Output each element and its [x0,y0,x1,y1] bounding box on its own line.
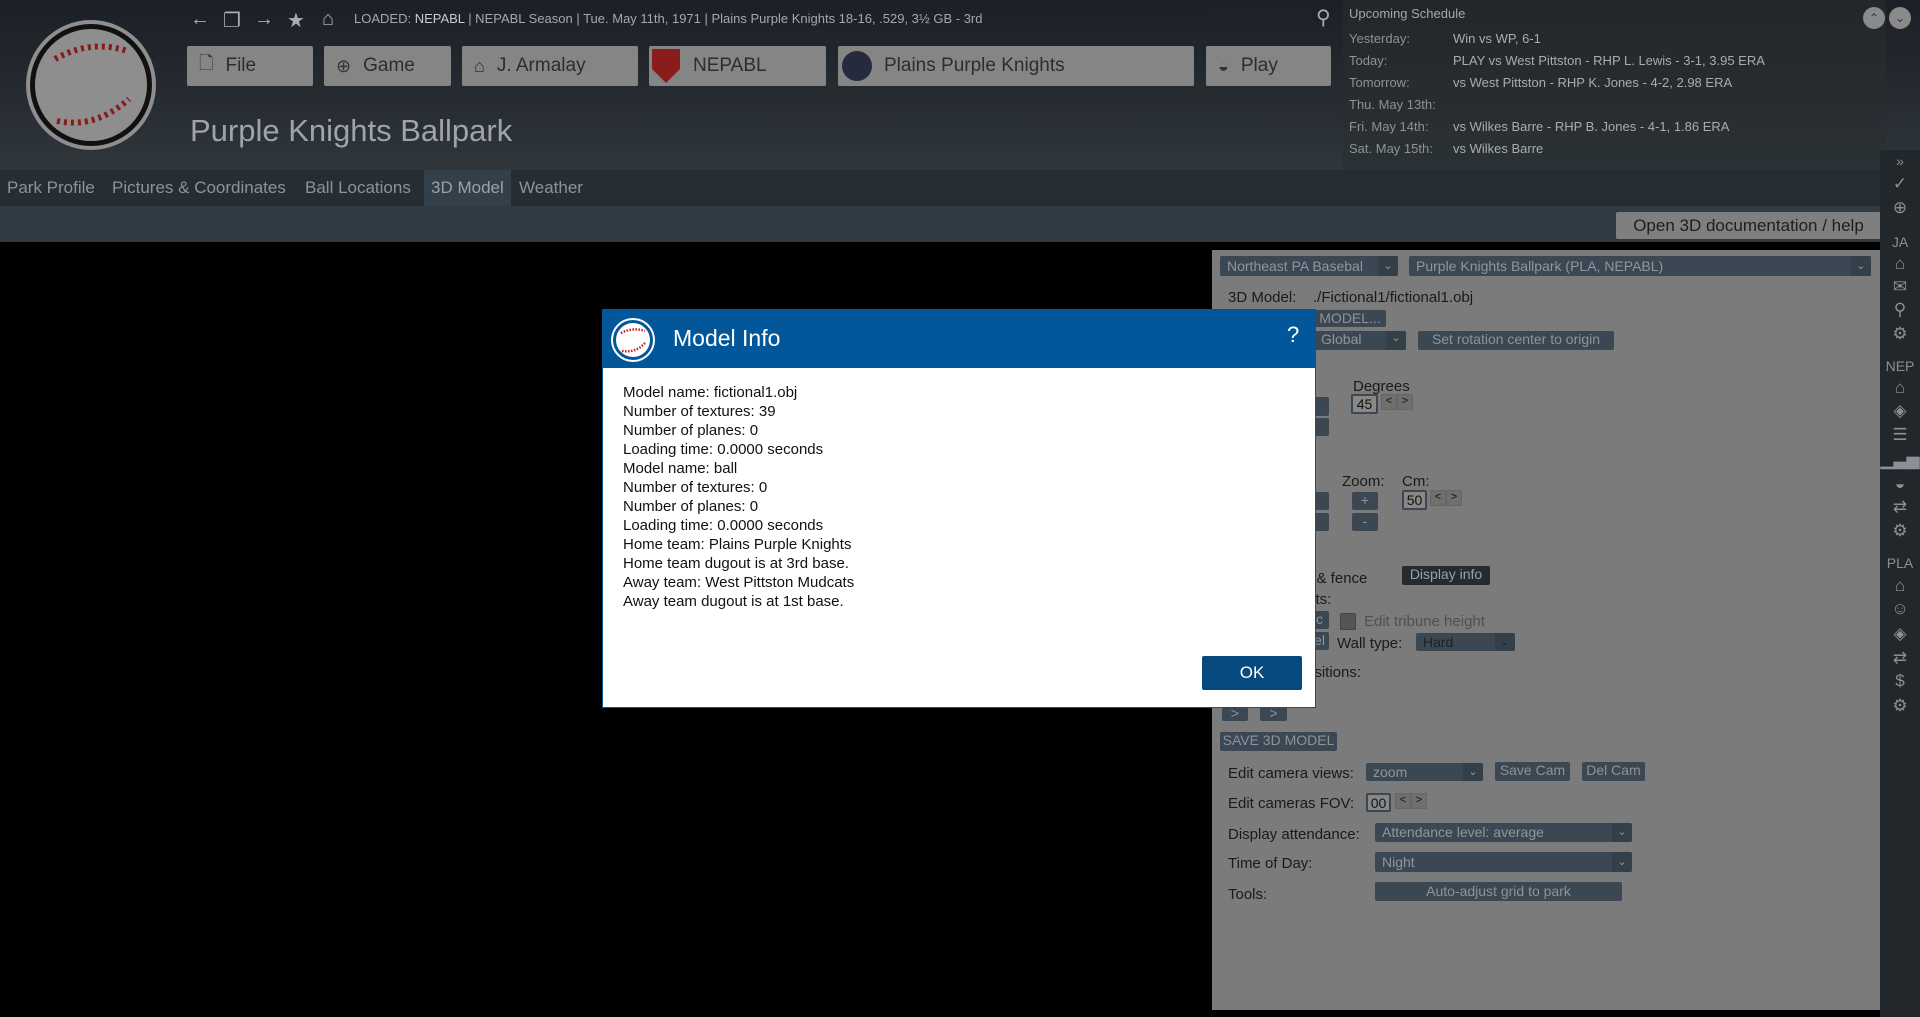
info-line: Number of textures: 0 [623,479,768,496]
dialog-body: Model name: fictional1.obj Number of tex… [623,383,854,611]
info-line: Number of planes: 0 [623,422,759,439]
model-info-dialog: Model Info ? Model name: fictional1.obj … [602,309,1316,708]
help-icon[interactable]: ? [1287,322,1299,348]
info-line: Loading time: 0.0000 seconds [623,517,824,534]
baseball-logo-icon [613,320,653,360]
info-line: Number of textures: 39 [623,403,776,420]
info-line: Loading time: 0.0000 seconds [623,441,824,458]
info-line: Model name: ball [623,460,738,477]
dialog-title: Model Info [673,325,781,351]
ok-button[interactable]: OK [1202,656,1302,690]
info-line: Home team dugout is at 3rd base. [623,555,849,572]
info-line: Away team: West Pittston Mudcats [623,574,855,591]
info-line: Model name: fictional1.obj [623,384,798,401]
info-line: Home team: Plains Purple Knights [623,536,852,553]
info-line: Number of planes: 0 [623,498,759,515]
dialog-header: Model Info ? [603,310,1315,368]
info-line: Away team dugout is at 1st base. [623,593,844,610]
